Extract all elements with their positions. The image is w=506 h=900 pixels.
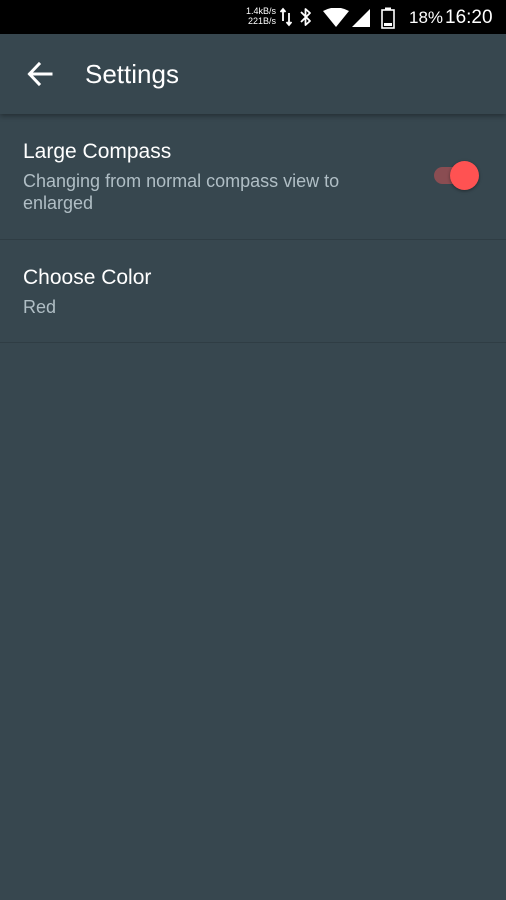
net-speed-down: 221B/s <box>247 16 276 26</box>
status-bar: 1.4kB/s 221B/s 18% 16:20 <box>0 0 506 34</box>
cell-signal-icon <box>351 8 371 33</box>
net-speed-up: 1.4kB/s <box>245 6 276 16</box>
back-button[interactable] <box>22 56 58 92</box>
network-speed: 1.4kB/s 221B/s <box>238 6 276 26</box>
app-bar: Settings <box>0 34 506 114</box>
page-title: Settings <box>85 59 179 89</box>
pref-large-compass-title: Large Compass <box>23 140 172 163</box>
data-transfer-icon <box>279 7 293 32</box>
pref-choose-color[interactable]: Choose Color Red <box>0 240 506 343</box>
arrow-back-icon <box>27 61 53 87</box>
battery-percent: 18% <box>409 8 444 27</box>
status-clock: 16:20 <box>445 7 493 28</box>
battery-icon <box>381 7 395 34</box>
pref-choose-color-value: Red <box>23 297 57 317</box>
pref-choose-color-title: Choose Color <box>23 266 152 289</box>
toggle-thumb <box>450 161 479 190</box>
pref-large-compass-summary: Changing from normal compass view to enl… <box>23 171 340 213</box>
wifi-icon <box>323 7 349 33</box>
bluetooth-icon <box>299 7 313 32</box>
pref-large-compass[interactable]: Large Compass Changing from normal compa… <box>0 115 506 240</box>
large-compass-toggle[interactable] <box>434 160 484 190</box>
